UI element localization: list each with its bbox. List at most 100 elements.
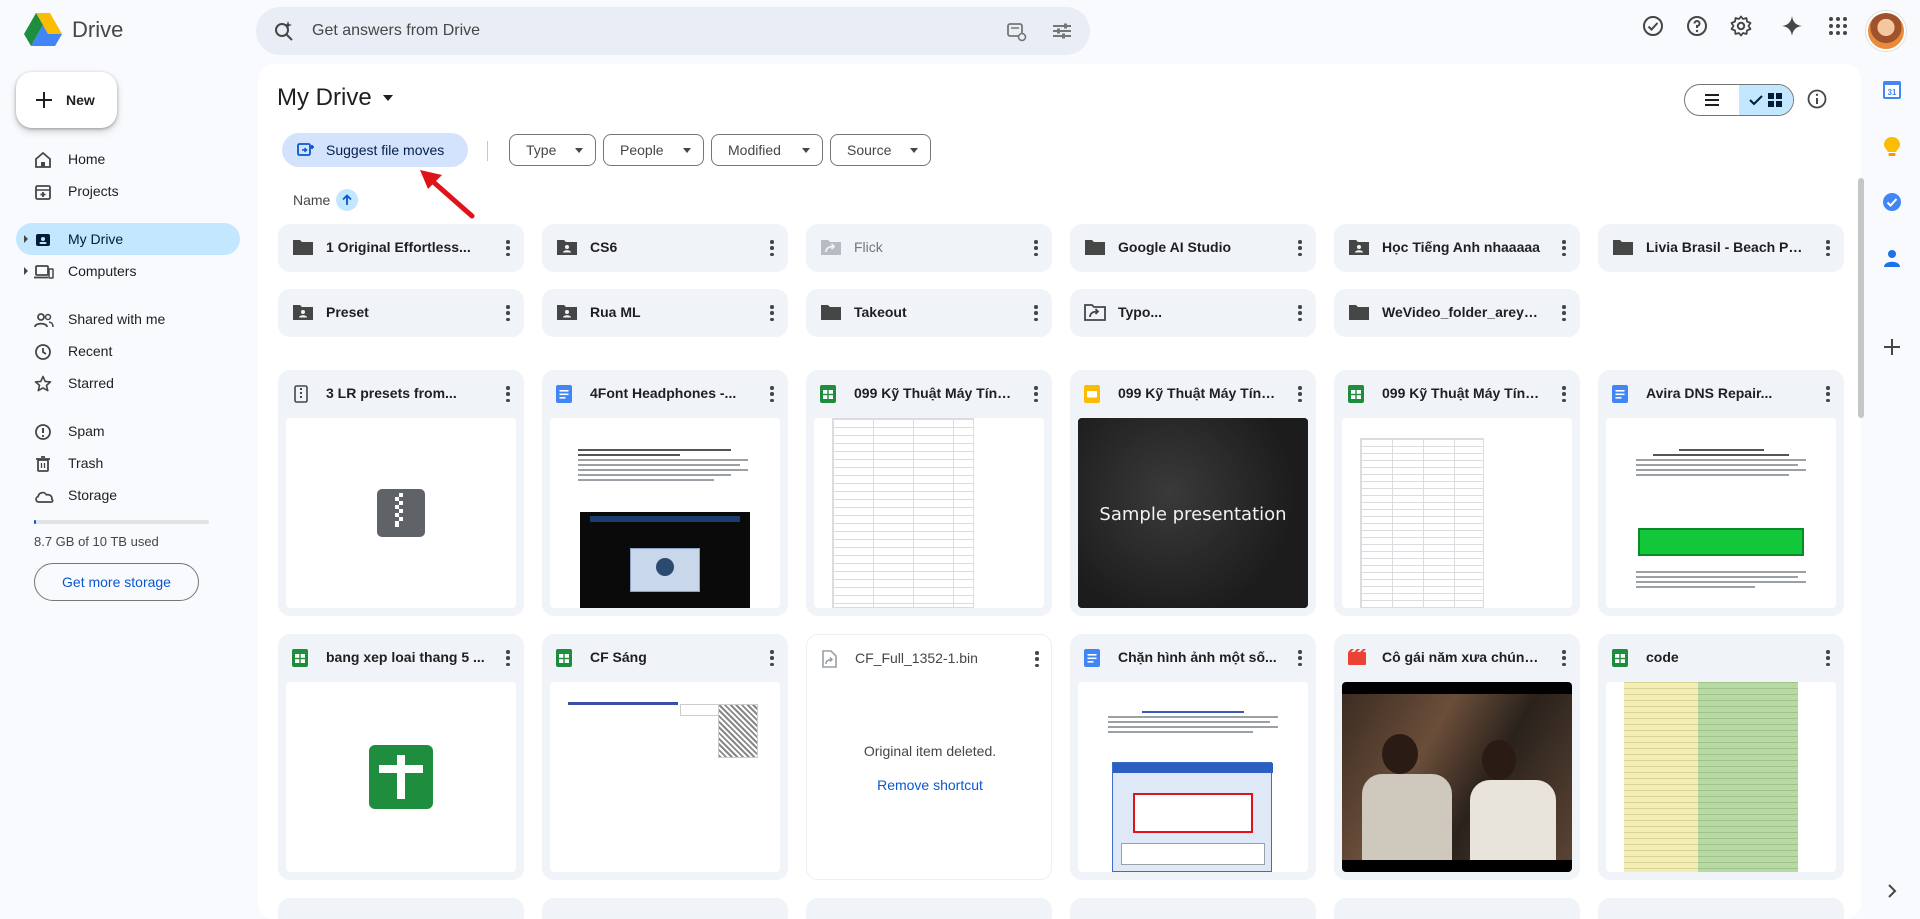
search-settings-icon[interactable]	[1004, 19, 1028, 43]
grid-view-button[interactable]	[1739, 85, 1793, 115]
sidebar-item-starred[interactable]: Starred	[16, 367, 240, 399]
file-card-partial[interactable]	[1598, 898, 1844, 919]
more-options-icon[interactable]	[1034, 305, 1038, 321]
more-options-icon[interactable]	[506, 650, 510, 666]
sidebar-item-home[interactable]: Home	[16, 143, 240, 175]
folder-item[interactable]: Takeout	[806, 289, 1052, 337]
expand-caret-icon[interactable]	[24, 267, 28, 275]
more-options-icon[interactable]	[506, 305, 510, 321]
folder-item[interactable]: CS6	[542, 224, 788, 272]
offline-ready-icon[interactable]	[1641, 14, 1665, 38]
gear-icon[interactable]	[1729, 14, 1753, 38]
sidebar-item-storage[interactable]: Storage	[16, 479, 240, 511]
sidebar-item-computers[interactable]: Computers	[16, 255, 240, 287]
expand-caret-icon[interactable]	[24, 235, 28, 243]
folder-item[interactable]: Preset	[278, 289, 524, 337]
gemini-icon[interactable]	[1780, 14, 1804, 38]
file-card[interactable]: 4Font Headphones -...	[542, 370, 788, 616]
file-card[interactable]: code	[1598, 634, 1844, 880]
more-options-icon[interactable]	[1035, 651, 1039, 667]
info-icon[interactable]	[1806, 88, 1828, 110]
file-card-partial[interactable]	[278, 898, 524, 919]
more-options-icon[interactable]	[770, 650, 774, 666]
add-app-icon[interactable]	[1882, 337, 1902, 357]
filter-people-chip[interactable]: People	[603, 134, 704, 166]
file-card[interactable]: CF Sáng	[542, 634, 788, 880]
folder-item[interactable]: Rua ML	[542, 289, 788, 337]
sidebar-item-projects[interactable]: Projects	[16, 175, 240, 207]
avatar[interactable]	[1866, 11, 1906, 51]
suggest-file-moves-button[interactable]: Suggest file moves	[282, 133, 468, 167]
sidebar-item-label: Storage	[68, 487, 118, 503]
keep-icon[interactable]	[1882, 136, 1902, 158]
sidebar-item-trash[interactable]: Trash	[16, 447, 240, 479]
page-title-dropdown[interactable]: My Drive	[277, 84, 394, 112]
more-options-icon[interactable]	[770, 305, 774, 321]
more-options-icon[interactable]	[1034, 386, 1038, 402]
filter-type-chip[interactable]: Type	[509, 134, 596, 166]
more-options-icon[interactable]	[1298, 650, 1302, 666]
file-card-partial[interactable]	[1334, 898, 1580, 919]
sort-by-name-button[interactable]: Name	[293, 189, 359, 211]
file-card-partial[interactable]	[1070, 898, 1316, 919]
calendar-icon[interactable]: 31	[1882, 80, 1902, 100]
more-options-icon[interactable]	[1562, 650, 1566, 666]
more-options-icon[interactable]	[1826, 386, 1830, 402]
folder-item[interactable]: Flick	[806, 224, 1052, 272]
search-options-icon[interactable]	[1050, 19, 1074, 43]
folder-item[interactable]: Livia Brasil - Beach Pa...	[1598, 224, 1844, 272]
file-card[interactable]: Avira DNS Repair...	[1598, 370, 1844, 616]
folder-item[interactable]: WeVideo_folder_areyo...	[1334, 289, 1580, 337]
more-options-icon[interactable]	[1298, 240, 1302, 256]
file-card[interactable]: Chặn hình ảnh một số...	[1070, 634, 1316, 880]
scrollbar[interactable]	[1858, 178, 1864, 418]
apps-grid-icon[interactable]	[1826, 14, 1850, 38]
more-options-icon[interactable]	[1562, 240, 1566, 256]
more-options-icon[interactable]	[770, 240, 774, 256]
view-toggle	[1684, 84, 1794, 116]
tasks-icon[interactable]	[1882, 192, 1902, 212]
file-thumbnail	[814, 418, 1044, 608]
filter-modified-chip[interactable]: Modified	[711, 134, 823, 166]
drive-logo[interactable]: Drive	[24, 13, 123, 47]
file-card-partial[interactable]	[806, 898, 1052, 919]
folder-item[interactable]: Typo...	[1070, 289, 1316, 337]
more-options-icon[interactable]	[1826, 240, 1830, 256]
file-card[interactable]: CF_Full_1352-1.bin Original item deleted…	[806, 634, 1052, 880]
file-card[interactable]: Cô gái năm xưa chúng ...	[1334, 634, 1580, 880]
search-input[interactable]	[312, 17, 932, 45]
more-options-icon[interactable]	[1298, 386, 1302, 402]
folder-item[interactable]: Học Tiếng Anh nhaaaaa	[1334, 224, 1580, 272]
folder-item[interactable]: Google AI Studio	[1070, 224, 1316, 272]
file-card[interactable]: bang xep loai thang 5 ...	[278, 634, 524, 880]
file-card[interactable]: 099 Kỹ Thuật Máy Tính... Sample presenta…	[1070, 370, 1316, 616]
help-icon[interactable]	[1685, 14, 1709, 38]
sidebar-item-recent[interactable]: Recent	[16, 335, 240, 367]
get-more-storage-button[interactable]: Get more storage	[34, 563, 199, 601]
sidebar-item-shared-with-me[interactable]: Shared with me	[16, 303, 240, 335]
more-options-icon[interactable]	[506, 240, 510, 256]
remove-shortcut-link[interactable]: Remove shortcut	[815, 777, 1045, 793]
file-card-partial[interactable]	[542, 898, 788, 919]
file-card-header: bang xep loai thang 5 ...	[278, 634, 524, 682]
more-options-icon[interactable]	[1034, 240, 1038, 256]
file-card[interactable]: 099 Kỹ Thuật Máy Tính...	[806, 370, 1052, 616]
file-card[interactable]: 3 LR presets from...	[278, 370, 524, 616]
sidebar-item-spam[interactable]: Spam	[16, 415, 240, 447]
more-options-icon[interactable]	[506, 386, 510, 402]
search-bar[interactable]	[256, 7, 1090, 55]
file-card[interactable]: 099 Kỹ Thuật Máy Tính...	[1334, 370, 1580, 616]
folder-item[interactable]: 1 Original Effortless...	[278, 224, 524, 272]
more-options-icon[interactable]	[1562, 386, 1566, 402]
more-options-icon[interactable]	[1826, 650, 1830, 666]
filter-source-chip[interactable]: Source	[830, 134, 931, 166]
new-button[interactable]: New	[16, 72, 117, 128]
chevron-right-icon[interactable]	[1886, 884, 1898, 898]
svg-text:31: 31	[1888, 88, 1897, 97]
contacts-icon[interactable]	[1882, 248, 1902, 268]
more-options-icon[interactable]	[770, 386, 774, 402]
more-options-icon[interactable]	[1298, 305, 1302, 321]
more-options-icon[interactable]	[1562, 305, 1566, 321]
list-view-button[interactable]	[1685, 85, 1739, 115]
sidebar-item-my-drive[interactable]: My Drive	[16, 223, 240, 255]
